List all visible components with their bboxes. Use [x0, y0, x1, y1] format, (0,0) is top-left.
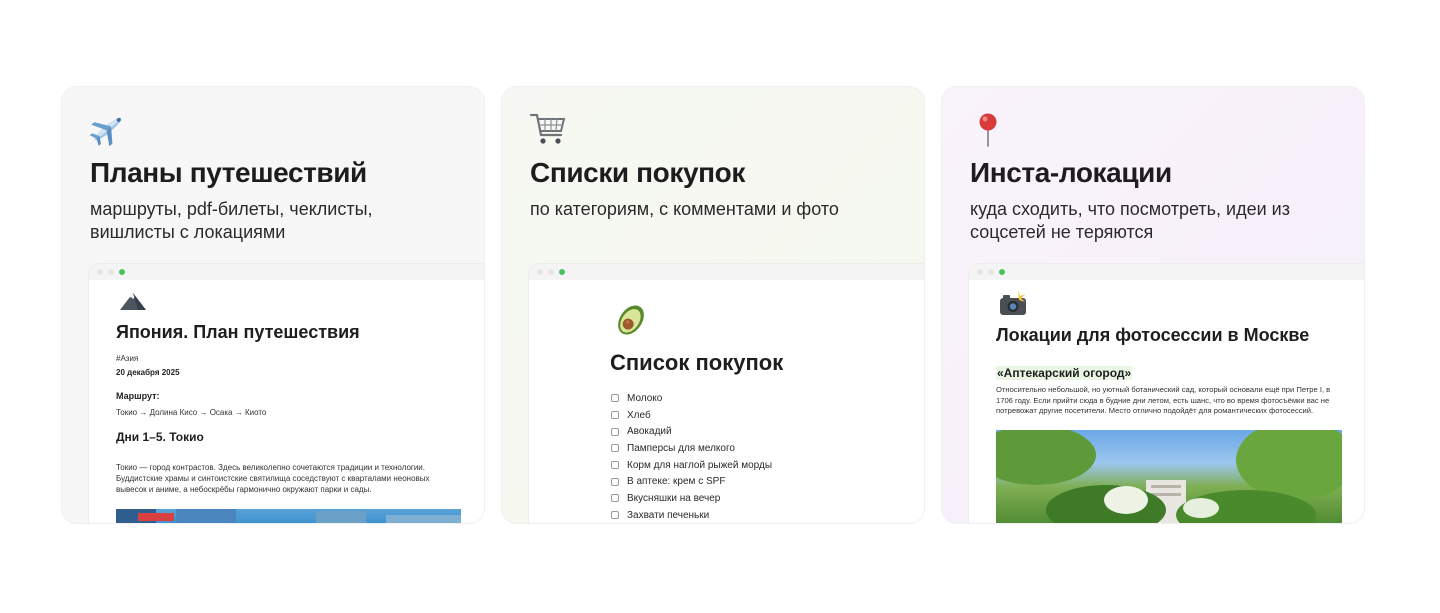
checkbox[interactable]: [611, 477, 619, 486]
checkbox[interactable]: [611, 394, 619, 403]
window-dot: [977, 269, 983, 275]
checklist-item: Захвати печеньки: [611, 507, 772, 523]
window-dot: [97, 269, 103, 275]
checkbox[interactable]: [611, 411, 619, 420]
checklist-item-label: Авокадий: [627, 426, 672, 438]
checklist-item-label: Памперсы для мелкого: [627, 442, 735, 454]
window-dot: [548, 269, 554, 275]
window-dot-active: [999, 269, 1005, 275]
app-window-preview: Список покупок Молоко Хлеб Авокадий Памп…: [529, 264, 924, 523]
document-tag: #Азия: [116, 354, 139, 363]
tokyo-photo: [116, 509, 461, 523]
document-body: Относительно небольшой, но уютный ботани…: [996, 385, 1331, 415]
route-heading: Маршрут:: [116, 391, 160, 401]
garden-photo: [996, 430, 1342, 523]
city-buildings-image: [116, 509, 461, 523]
card-title: Списки покупок: [530, 157, 745, 188]
checklist-item: Хлеб: [611, 407, 772, 424]
checklist: Молоко Хлеб Авокадий Памперсы для мелког…: [611, 390, 772, 523]
round-pushpin-icon: [979, 113, 997, 147]
card-title: Планы путешествий: [90, 157, 367, 188]
checklist-item: Вкусняшки на вечер: [611, 490, 772, 507]
card-subtitle: куда сходить, что посмотреть, идеи из со…: [970, 199, 1290, 242]
document-body: Токио — город контрастов. Здесь великоле…: [116, 463, 430, 494]
shopping-cart-icon: [529, 113, 566, 144]
checkbox[interactable]: [611, 427, 619, 436]
document-title: Локации для фотосессии в Москве: [996, 325, 1310, 345]
app-window-preview: Япония. План путешествия #Азия 20 декабр…: [89, 264, 484, 523]
window-titlebar: [969, 264, 1364, 280]
garden-trees-image: [996, 430, 1342, 523]
window-dot-active: [559, 269, 565, 275]
checklist-item: Корм для наглой рыжей морды: [611, 457, 772, 474]
checkbox[interactable]: [611, 461, 619, 470]
section-heading: «Аптекарский огород»: [996, 366, 1133, 380]
window-dot: [537, 269, 543, 275]
section-heading: Дни 1–5. Токио: [116, 430, 204, 444]
window-titlebar: [529, 264, 924, 280]
window-dot-active: [119, 269, 125, 275]
route-text: Токио → Долина Кисо → Осака → Киото: [116, 408, 267, 417]
card-title: Инста-локации: [970, 157, 1172, 188]
checkbox[interactable]: [611, 444, 619, 453]
avocado-icon: [618, 305, 644, 335]
checklist-item-label: Корм для наглой рыжей морды: [627, 459, 773, 471]
checklist-item-label: Хлеб: [627, 409, 651, 421]
checklist-item-label: Молоко: [627, 392, 663, 404]
document-date: 20 декабря 2025: [116, 368, 180, 377]
checklist-item: В аптеке: крем с SPF: [611, 473, 772, 490]
feature-card-travel: Планы путешествий маршруты, pdf-билеты, …: [61, 86, 485, 524]
window-titlebar: [89, 264, 484, 280]
checkbox[interactable]: [611, 511, 619, 520]
checklist-item-label: В аптеке: крем с SPF: [627, 476, 726, 488]
mountain-icon: [120, 293, 146, 310]
checklist-item: Памперсы для мелкого: [611, 440, 772, 457]
checklist-item: Авокадий: [611, 423, 772, 440]
checklist-item-label: Вкусняшки на вечер: [627, 492, 721, 504]
checklist-item: Молоко: [611, 390, 772, 407]
camera-flash-icon: [1000, 290, 1026, 315]
card-subtitle: маршруты, pdf-билеты, чеклисты, вишлисты…: [90, 199, 373, 242]
window-dot: [108, 269, 114, 275]
feature-card-locations: Инста-локации куда сходить, что посмотре…: [941, 86, 1365, 524]
checkbox[interactable]: [611, 494, 619, 503]
checklist-item-label: Захвати печеньки: [627, 509, 710, 521]
document-title: Список покупок: [610, 350, 784, 375]
document-title: Япония. План путешествия: [116, 322, 360, 342]
app-window-preview: Локации для фотосессии в Москве «Аптекар…: [969, 264, 1364, 523]
feature-card-shopping: Списки покупок по категориям, с коммента…: [501, 86, 925, 524]
card-subtitle: по категориям, с комментами и фото: [530, 199, 839, 219]
airplane-icon: [89, 117, 122, 147]
window-dot: [988, 269, 994, 275]
